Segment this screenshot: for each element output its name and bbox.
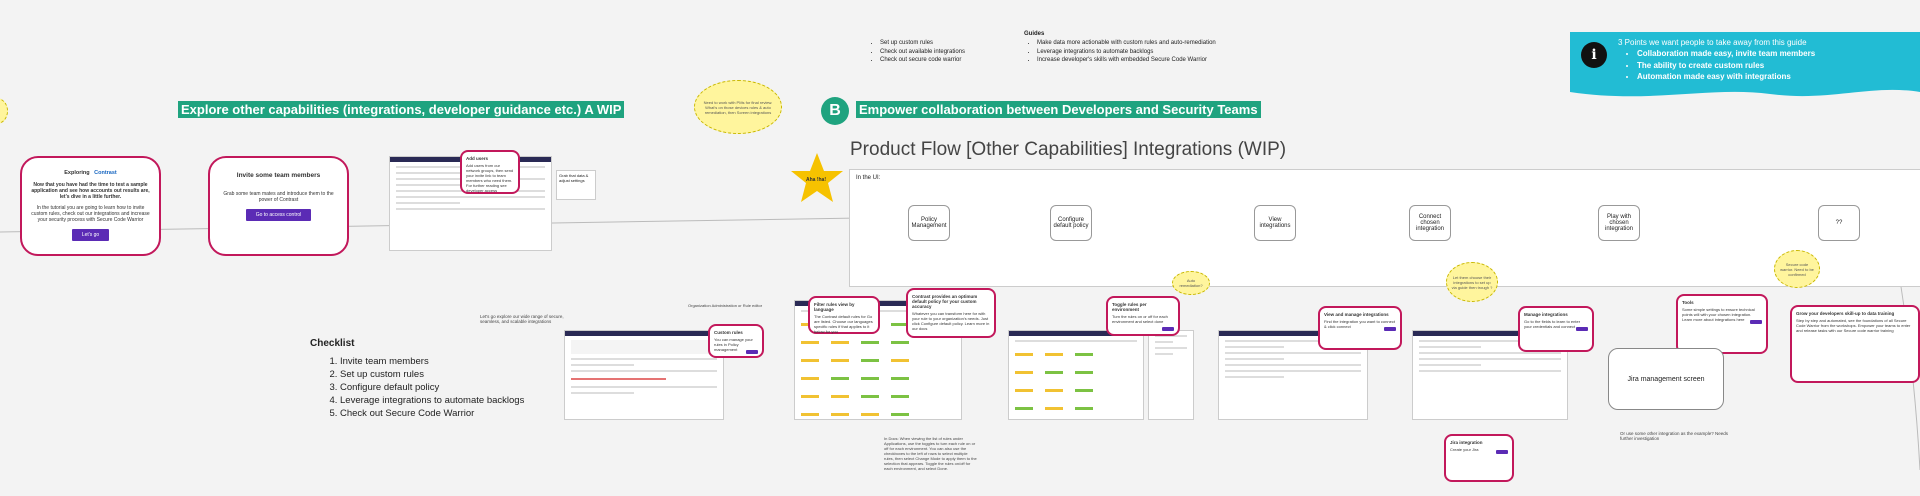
callout-body: Create your Jira — [1450, 447, 1479, 452]
in-ui-label: In the UI: — [856, 175, 881, 181]
callout-button[interactable] — [1576, 327, 1588, 331]
guides-title: Guides — [1024, 31, 1045, 37]
exploring-card: Exploring Contrast Now that you have had… — [20, 156, 161, 256]
section-b-title: Empower collaboration between Developers… — [856, 101, 1261, 118]
flow-step-policy: Policy Management — [908, 205, 950, 241]
callout-button[interactable] — [1750, 320, 1762, 324]
takeaway-point: Automation made easy with integrations — [1637, 71, 1815, 83]
side-note: Grab that data & adjust settings — [556, 170, 596, 200]
list-item: Increase developer's skills with embedde… — [1037, 56, 1216, 65]
list-item: Make data more actionable with custom ru… — [1037, 39, 1216, 48]
list-item: Check out available integrations — [880, 48, 965, 57]
toggle-rules-callout: Toggle rules per environment Turn the ru… — [1106, 296, 1180, 336]
flow-step-connect: Connect chosen integration — [1409, 205, 1451, 241]
list-item: Leverage integrations to automate backlo… — [1037, 48, 1216, 57]
checklist-item: Set up custom rules — [340, 368, 524, 381]
callout-body: Go to the fields to learn to enter your … — [1524, 319, 1581, 329]
callout-body: Some simple settings to ensure technical… — [1682, 307, 1755, 322]
jira-management-screen: Jira management screen — [1608, 348, 1724, 410]
flow-step-configure: Configure default policy — [1050, 205, 1092, 241]
card1-bold-text: Now that you have had the time to test a… — [31, 182, 150, 200]
callout-title: Contrast provides an optimum default pol… — [912, 294, 978, 309]
info-icon: i — [1581, 42, 1607, 68]
top-list-1: Set up custom rules Check out available … — [870, 39, 965, 65]
list-item: Check out secure code warrior — [880, 56, 965, 65]
view-integrations-callout: View and manage integrations Find the in… — [1318, 306, 1402, 350]
callout-title: Filter rules view by language — [814, 302, 855, 312]
callout2-title: Custom rules — [714, 330, 743, 335]
card1-heading: Exploring — [64, 170, 90, 176]
invite-card: Invite some team members Grab some team … — [208, 156, 349, 256]
callout-body: Turn the rules on or off for each enviro… — [1112, 314, 1168, 324]
takeaway-title: 3 Points we want people to take away fro… — [1618, 38, 1807, 47]
alt-integration-note: Or use some other integration as the exa… — [1620, 431, 1729, 441]
checklist-item: Leverage integrations to automate backlo… — [340, 394, 524, 407]
callout-body: Whatever you can transform here for with… — [912, 311, 990, 331]
card1-body: In the tutorial you are going to learn h… — [31, 205, 150, 223]
left-section-title: Explore other capabilities (integrations… — [178, 101, 625, 118]
callout-title: Jira integration — [1450, 440, 1483, 445]
guides-list: Make data more actionable with custom ru… — [1027, 39, 1216, 65]
checklist-item: Check out Secure Code Warrior — [340, 407, 524, 420]
card2-heading: Invite some team members — [236, 172, 321, 179]
callout-title: Toggle rules per environment — [1112, 302, 1147, 312]
ui-screenshot-policy — [1008, 330, 1144, 420]
callout-title: View and manage integrations — [1324, 312, 1389, 317]
filter-rules-callout: Filter rules view by language The Contra… — [808, 296, 880, 334]
card2-body: Grab some team mates and introduce them … — [223, 191, 334, 203]
checklist: Checklist Invite team members Set up cus… — [310, 338, 524, 420]
callout-body: The Contrast default rules for Go are li… — [814, 314, 873, 334]
list-item: Set up custom rules — [880, 39, 965, 48]
jira-integration-callout: Jira integration Create your Jira — [1444, 434, 1514, 482]
flow-step-unknown: ?? — [1818, 205, 1860, 241]
callout-title: Tools — [1682, 300, 1694, 305]
callout-button[interactable] — [1496, 450, 1508, 454]
default-policy-callout: Contrast provides an optimum default pol… — [906, 288, 996, 338]
contrast-logo: Contrast — [94, 170, 117, 176]
auto-remediation-cloud: Auto remediation? — [1172, 271, 1210, 295]
callout-button[interactable] — [1162, 327, 1174, 331]
ui-screenshot-side-panel — [1148, 330, 1194, 420]
checklist-item: Invite team members — [340, 355, 524, 368]
manage-integrations-callout: Manage integrations Go to the fields to … — [1518, 306, 1594, 352]
integrations-caption: Let's go explore our wide range of secur… — [480, 314, 564, 324]
callout1-title: Add users — [466, 156, 489, 161]
flow-title: Product Flow [Other Capabilities] Integr… — [850, 139, 1287, 160]
section-b-badge: B — [821, 97, 849, 125]
choose-integrations-cloud: Let them choose their integrations to se… — [1446, 262, 1498, 302]
takeaway-points: Collaboration made easy, invite team mem… — [1625, 48, 1815, 83]
scw-cloud: Secure code warrior. Need to be confirme… — [1774, 250, 1820, 288]
takeaway-point: Collaboration made easy, invite team mem… — [1637, 48, 1815, 60]
tools-callout: Tools Some simple settings to ensure tec… — [1676, 294, 1768, 354]
scw-training-callout: Grow your developers skill-up to data tr… — [1790, 305, 1920, 383]
checklist-title: Checklist — [310, 338, 355, 349]
docs-note: In Docs: When viewing the list of rules … — [884, 436, 977, 471]
aha-label: Aha !ha! — [806, 177, 826, 183]
pm-review-cloud: Need to work with PMs for final review. … — [694, 80, 782, 134]
flow-frame: In the UI: — [849, 169, 1920, 287]
callout-button[interactable] — [1384, 327, 1396, 331]
lets-go-button[interactable]: Let's go — [71, 229, 110, 241]
callout-title: Manage integrations — [1524, 312, 1568, 317]
callout1-body: Add users from our network groups, then … — [466, 163, 514, 193]
checklist-item: Configure default policy — [340, 381, 524, 394]
takeaway-point: The ability to create custom rules — [1637, 60, 1815, 72]
ui-screenshot-dashboard — [564, 330, 724, 420]
callout-body: Step by step and automated, see the foun… — [1796, 318, 1911, 333]
flow-step-view-integrations: View integrations — [1254, 205, 1296, 241]
custom-rules-callout: Custom rules You can manage your rules i… — [708, 324, 764, 358]
side-note-text: Grab that data & adjust settings — [559, 173, 589, 183]
access-control-button[interactable]: Go to access control — [245, 209, 312, 221]
callout2-button[interactable] — [746, 350, 758, 354]
callout-title: Grow your developers skill-up to data tr… — [1796, 311, 1895, 316]
add-users-callout: Add users Add users from our network gro… — [460, 150, 520, 194]
flow-step-play: Play with chosen integration — [1598, 205, 1640, 241]
org-admin-caption: Organization Administration or Rule edit… — [688, 303, 763, 308]
